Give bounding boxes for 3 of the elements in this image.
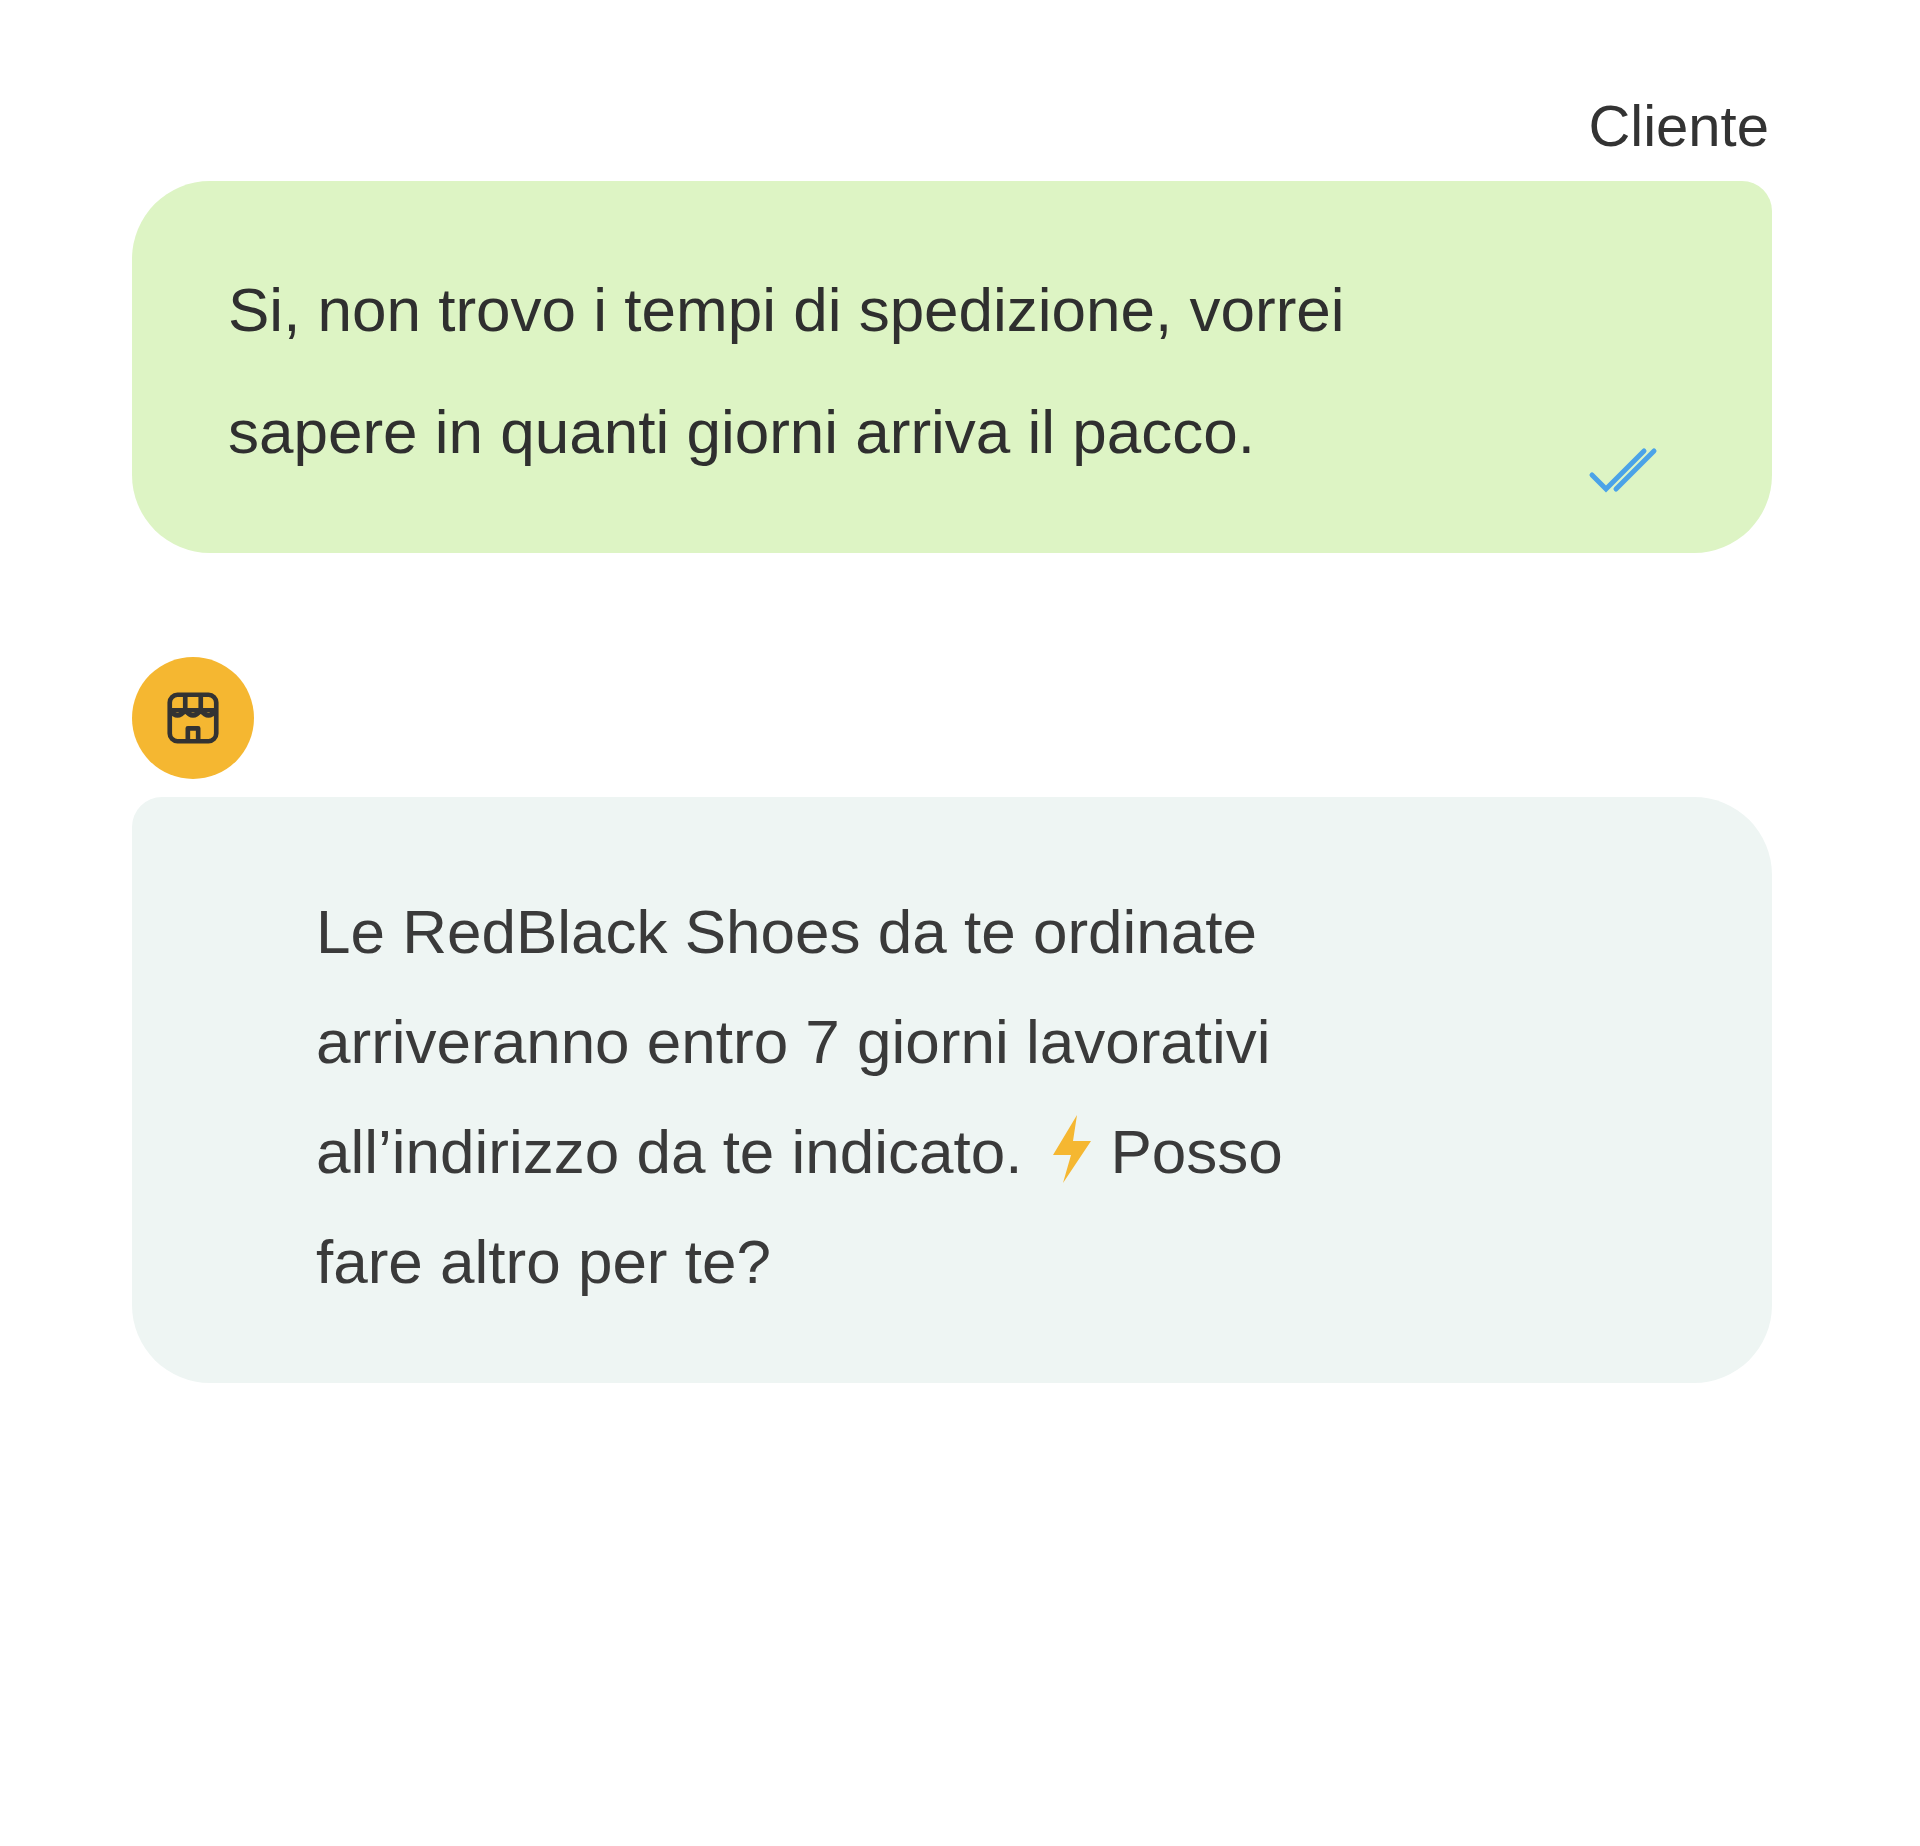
message-text: Si, non trovo i tempi di spedizione, vorrei sapere in quanti giorni arriva il pacco. [228, 274, 1346, 468]
sender-label: Cliente [1588, 92, 1769, 159]
message-text: Le RedBlack Shoes da te ordinate arriveranno entro 7 giorni lavorativi all’indirizzo da te indicato. Posso fare altro per te? [316, 896, 1284, 1298]
